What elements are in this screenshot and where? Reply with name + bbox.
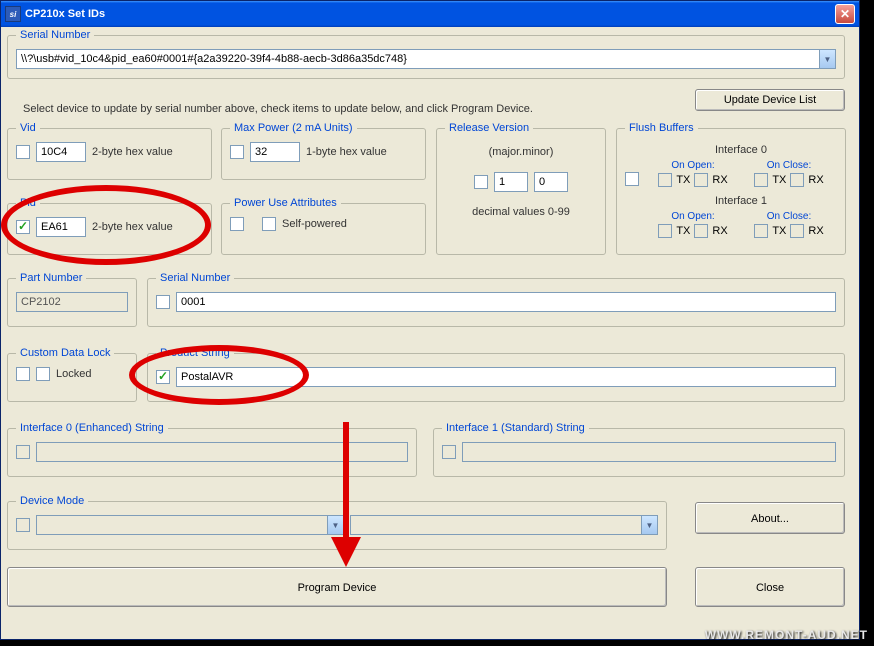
flush-if0-close-label: On Close:: [754, 160, 823, 171]
maxpower-input[interactable]: [250, 142, 300, 162]
customlock-enable-checkbox[interactable]: [16, 367, 30, 381]
flush-group: Flush Buffers Interface 0 On Open: TX RX: [616, 122, 846, 255]
serial-combo[interactable]: [16, 49, 836, 69]
release-hint: (major.minor): [445, 146, 597, 158]
app-window: si CP210x Set IDs ✕ Serial Number ▼ Sele…: [0, 0, 860, 640]
window-title: CP210x Set IDs: [25, 8, 835, 20]
maxpower-enable-checkbox[interactable]: [230, 145, 244, 159]
if1string-input: [462, 442, 836, 462]
productstring-legend: Product String: [156, 347, 234, 359]
if1string-enable-checkbox[interactable]: [442, 445, 456, 459]
release-enable-checkbox[interactable]: [474, 175, 488, 189]
release-group: Release Version (major.minor) decimal va…: [436, 122, 606, 255]
productstring-enable-checkbox[interactable]: [156, 370, 170, 384]
customlock-group: Custom Data Lock Locked: [7, 347, 137, 402]
productstring-group: Product String: [147, 347, 845, 402]
devicemode-combo1: [36, 515, 344, 535]
flush-if1-open-tx[interactable]: [658, 224, 672, 238]
partnum-group: Part Number: [7, 272, 137, 327]
release-minor-input[interactable]: [534, 172, 568, 192]
productstring-input[interactable]: [176, 367, 836, 387]
vid-group: Vid 2-byte hex value: [7, 122, 212, 180]
poweruse-legend: Power Use Attributes: [230, 197, 341, 209]
watermark: WWW.REMONT-AUD.NET: [705, 628, 868, 642]
about-button[interactable]: About...: [695, 502, 845, 534]
flush-if1-close-label: On Close:: [754, 211, 823, 222]
program-device-button[interactable]: Program Device: [7, 567, 667, 607]
devicemode-combo2: [350, 515, 658, 535]
chevron-down-icon[interactable]: ▼: [819, 50, 835, 68]
vid-legend: Vid: [16, 122, 40, 134]
pid-hint: 2-byte hex value: [92, 221, 173, 233]
flush-if0-open-tx[interactable]: [658, 173, 672, 187]
serialnum-enable-checkbox[interactable]: [156, 295, 170, 309]
app-icon: si: [5, 6, 21, 22]
chevron-down-icon[interactable]: ▼: [327, 516, 343, 534]
flush-if1-open-rx[interactable]: [694, 224, 708, 238]
release-note: decimal values 0-99: [445, 206, 597, 218]
vid-hint: 2-byte hex value: [92, 146, 173, 158]
serialnum-group: Serial Number: [147, 272, 845, 327]
flush-if0-label: Interface 0: [645, 144, 837, 156]
if1string-group: Interface 1 (Standard) String: [433, 422, 845, 477]
poweruse-enable-checkbox[interactable]: [230, 217, 244, 231]
release-legend: Release Version: [445, 122, 533, 134]
if0string-legend: Interface 0 (Enhanced) String: [16, 422, 168, 434]
serialnum-input[interactable]: [176, 292, 836, 312]
pid-enable-checkbox[interactable]: [16, 220, 30, 234]
flush-if1-label: Interface 1: [645, 195, 837, 207]
flush-if0-close-tx[interactable]: [754, 173, 768, 187]
flush-if0-close-rx[interactable]: [790, 173, 804, 187]
flush-if0-open-label: On Open:: [658, 160, 727, 171]
poweruse-group: Power Use Attributes Self-powered: [221, 197, 426, 255]
if0string-enable-checkbox[interactable]: [16, 445, 30, 459]
vid-input[interactable]: [36, 142, 86, 162]
close-button[interactable]: Close: [695, 567, 845, 607]
if0string-input: [36, 442, 408, 462]
locked-label: Locked: [56, 368, 91, 380]
vid-enable-checkbox[interactable]: [16, 145, 30, 159]
flush-if1-open-label: On Open:: [658, 211, 727, 222]
pid-input[interactable]: [36, 217, 86, 237]
flush-if1-close-rx[interactable]: [790, 224, 804, 238]
partnum-input: [16, 292, 128, 312]
if1string-legend: Interface 1 (Standard) String: [442, 422, 589, 434]
locked-checkbox[interactable]: [36, 367, 50, 381]
release-major-input[interactable]: [494, 172, 528, 192]
instruction-text: Select device to update by serial number…: [23, 103, 533, 115]
close-icon[interactable]: ✕: [835, 4, 855, 24]
flush-if1-close-tx[interactable]: [754, 224, 768, 238]
maxpower-group: Max Power (2 mA Units) 1-byte hex value: [221, 122, 426, 180]
titlebar: si CP210x Set IDs ✕: [1, 1, 859, 27]
selfpowered-label: Self-powered: [282, 218, 347, 230]
serial-top-group: Serial Number ▼: [7, 29, 845, 79]
flush-legend: Flush Buffers: [625, 122, 698, 134]
if0string-group: Interface 0 (Enhanced) String: [7, 422, 417, 477]
pid-group: Pid 2-byte hex value: [7, 197, 212, 255]
pid-legend: Pid: [16, 197, 40, 209]
partnum-legend: Part Number: [16, 272, 86, 284]
devicemode-legend: Device Mode: [16, 495, 88, 507]
serial-top-legend: Serial Number: [16, 29, 94, 41]
customlock-legend: Custom Data Lock: [16, 347, 114, 359]
selfpowered-checkbox[interactable]: [262, 217, 276, 231]
chevron-down-icon[interactable]: ▼: [641, 516, 657, 534]
flush-if0-open-rx[interactable]: [694, 173, 708, 187]
devicemode-enable-checkbox[interactable]: [16, 518, 30, 532]
maxpower-hint: 1-byte hex value: [306, 146, 387, 158]
serialnum-legend: Serial Number: [156, 272, 234, 284]
update-device-list-button[interactable]: Update Device List: [695, 89, 845, 111]
devicemode-group: Device Mode ▼ ▼: [7, 495, 667, 550]
maxpower-legend: Max Power (2 mA Units): [230, 122, 357, 134]
flush-enable-checkbox[interactable]: [625, 172, 639, 186]
